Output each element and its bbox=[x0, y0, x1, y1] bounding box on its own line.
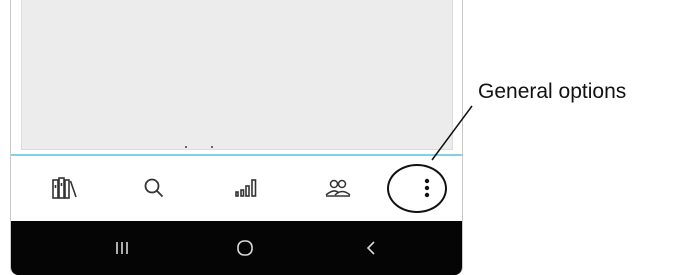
signal-bars-icon bbox=[235, 179, 257, 197]
library-books-icon bbox=[52, 177, 77, 199]
content-mark bbox=[211, 146, 213, 148]
callout-label: General options bbox=[478, 80, 627, 103]
people-icon bbox=[325, 179, 351, 197]
more-vertical-icon bbox=[424, 178, 430, 198]
back-button[interactable] bbox=[356, 235, 386, 261]
nav-item-general-options[interactable] bbox=[407, 170, 447, 206]
nav-item-statistics[interactable] bbox=[227, 170, 267, 206]
nav-item-people[interactable] bbox=[318, 170, 358, 206]
recent-apps-button[interactable] bbox=[107, 235, 137, 261]
nav-item-search[interactable] bbox=[134, 170, 174, 206]
bottom-navigation-bar bbox=[11, 156, 462, 221]
home-icon bbox=[237, 240, 253, 256]
back-icon bbox=[366, 241, 375, 255]
recent-apps-icon bbox=[116, 242, 128, 254]
home-button[interactable] bbox=[230, 235, 260, 261]
content-panel bbox=[21, 0, 453, 150]
system-navigation-bar bbox=[11, 221, 462, 275]
screenshot-stage: General options bbox=[0, 0, 673, 275]
phone-screen bbox=[10, 0, 463, 275]
content-mark bbox=[185, 146, 187, 148]
nav-item-library[interactable] bbox=[46, 170, 86, 206]
search-icon bbox=[144, 178, 163, 197]
